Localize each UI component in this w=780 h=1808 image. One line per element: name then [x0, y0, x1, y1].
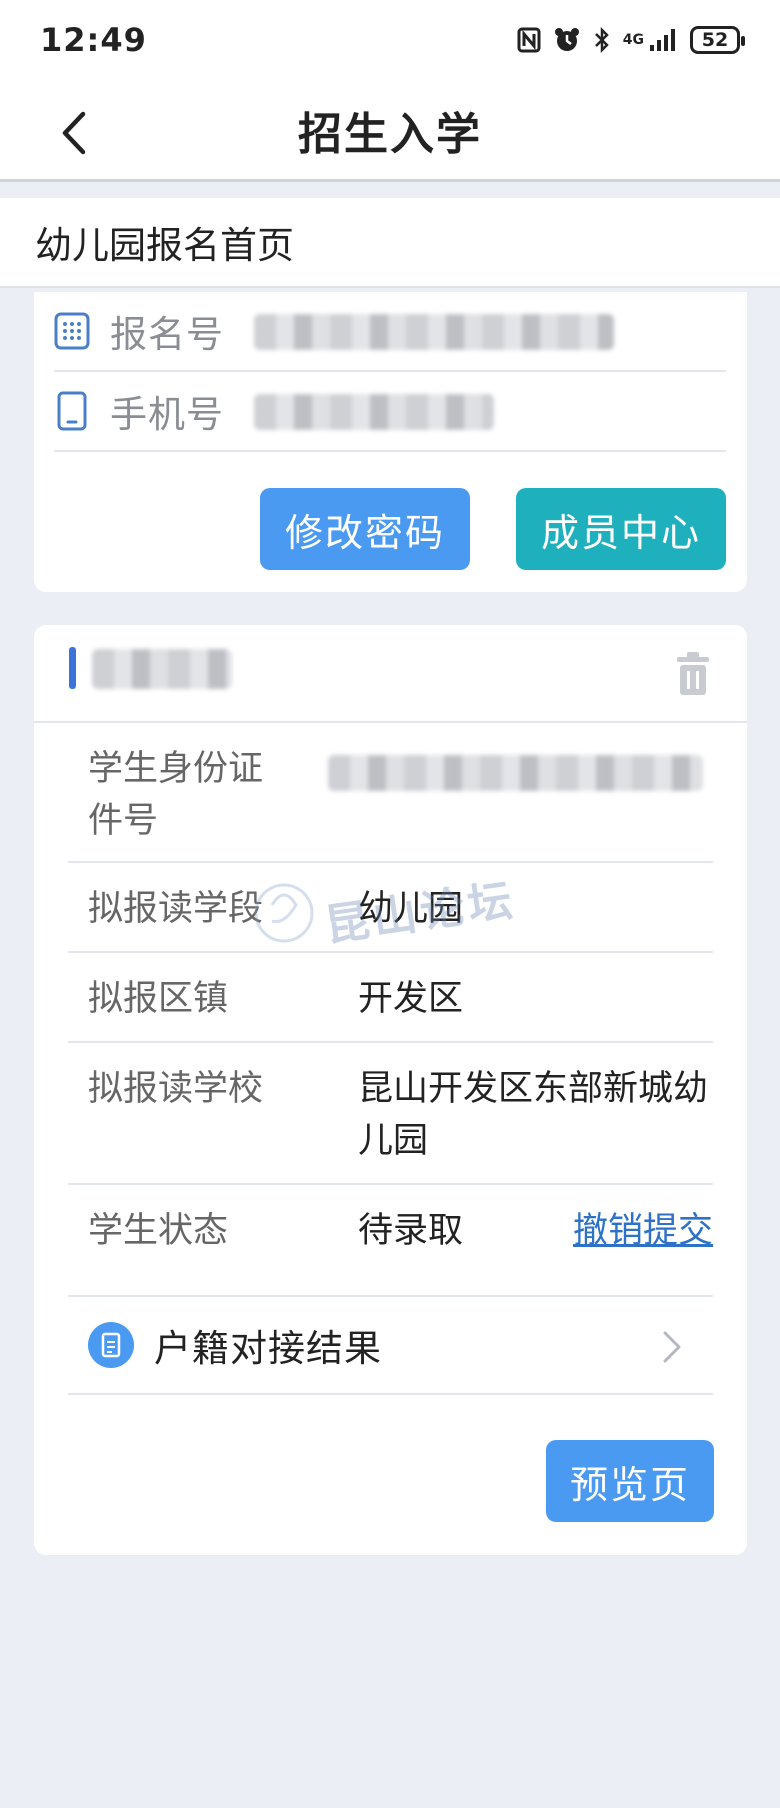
status-bar: 12:49 4G 52	[0, 0, 780, 80]
student-application-card: 学生身份证件号 拟报读学段 幼儿园 拟报区镇 开发区 拟报读学校 昆山开发区东部…	[34, 625, 747, 1555]
nfc-icon	[517, 27, 541, 53]
status-value: 待录取	[358, 1211, 464, 1251]
bluetooth-icon	[594, 26, 609, 54]
registration-number-redacted	[254, 314, 614, 350]
household-match-row[interactable]: 户籍对接结果	[68, 1297, 713, 1395]
trash-icon[interactable]	[673, 651, 713, 697]
status-time: 12:49	[40, 21, 147, 59]
accent-bar	[69, 647, 76, 689]
document-icon	[88, 1322, 134, 1368]
student-name-redacted	[92, 649, 232, 689]
phone-number-redacted	[254, 394, 494, 430]
id-number-row: 学生身份证件号	[68, 723, 713, 863]
back-arrow-icon[interactable]	[55, 110, 95, 156]
registration-number-label: 报名号	[110, 313, 224, 356]
section-title: 幼儿园报名首页	[35, 224, 294, 267]
student-card-header	[34, 625, 747, 723]
school-row: 拟报读学校 昆山开发区东部新城幼儿园	[68, 1043, 713, 1185]
nav-bar: 招生入学	[0, 80, 780, 182]
phone-icon	[57, 391, 87, 431]
status-label: 学生状态	[88, 1211, 229, 1251]
phone-row: 手机号	[54, 372, 726, 452]
status-row: 学生状态 待录取 撤销提交	[68, 1185, 713, 1297]
status-icons: 4G 52	[517, 26, 745, 54]
account-card: 报名号 手机号 修改密码 成员中心	[34, 292, 747, 592]
member-center-button[interactable]: 成员中心	[516, 488, 726, 570]
forum-watermark: 昆山论坛	[254, 855, 554, 965]
district-label: 拟报区镇	[88, 979, 229, 1019]
change-password-button[interactable]: 修改密码	[260, 488, 470, 570]
household-match-label: 户籍对接结果	[154, 1327, 382, 1370]
revoke-submission-link[interactable]: 撤销提交	[573, 1205, 713, 1257]
school-value: 昆山开发区东部新城幼儿园	[358, 1069, 709, 1161]
alarm-icon	[554, 28, 579, 51]
keypad-icon	[54, 312, 90, 350]
school-label: 拟报读学校	[88, 1069, 264, 1109]
network-type-label: 4G	[622, 32, 644, 48]
chevron-right-icon	[663, 1331, 681, 1363]
section-header: 幼儿园报名首页	[0, 198, 780, 288]
district-row: 拟报区镇 开发区	[68, 953, 713, 1043]
page-title: 招生入学	[298, 108, 482, 160]
battery-level: 52	[701, 29, 729, 51]
district-value: 开发区	[358, 979, 464, 1019]
preview-button[interactable]: 预览页	[546, 1440, 714, 1522]
registration-number-row: 报名号	[54, 292, 726, 372]
phone-label: 手机号	[110, 393, 224, 436]
signal-icon	[650, 29, 675, 51]
battery-indicator: 52	[690, 26, 745, 54]
id-number-redacted	[328, 755, 703, 791]
id-number-label: 学生身份证件号	[88, 749, 264, 841]
